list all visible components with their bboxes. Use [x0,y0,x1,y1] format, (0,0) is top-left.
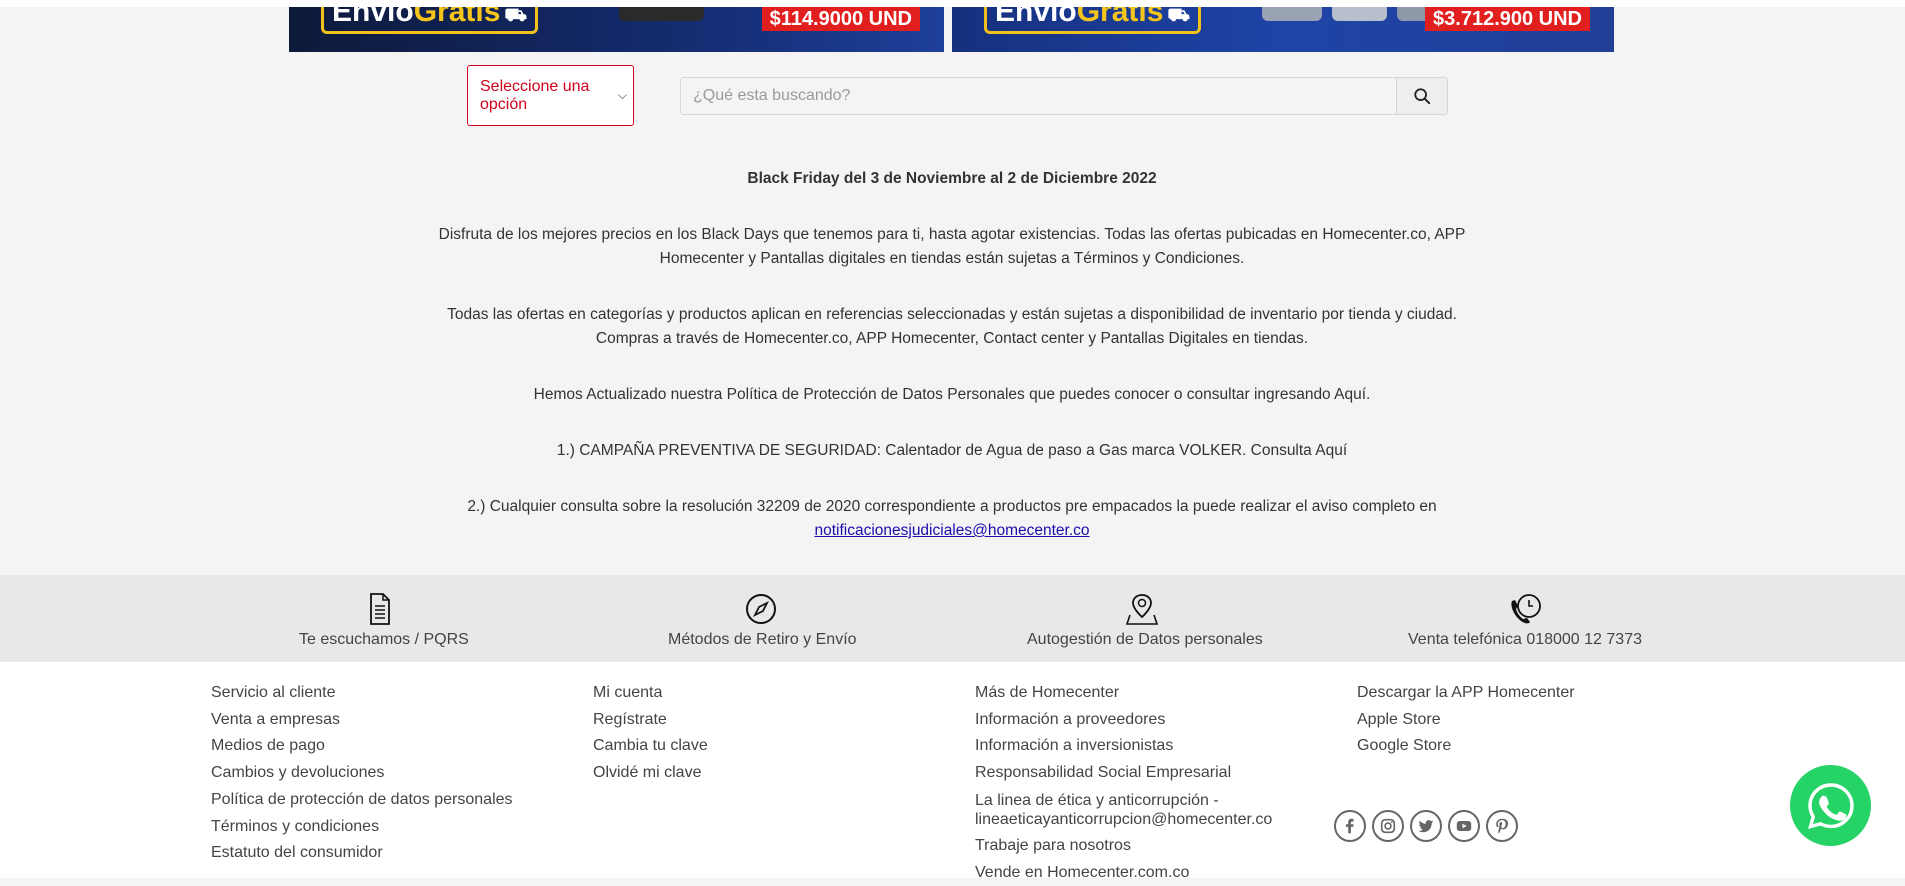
category-select-value: Seleccione una opción [480,77,590,113]
truck-icon: ⛟ [1167,7,1191,25]
apple-store-link[interactable]: Apple Store [1357,707,1575,734]
twitter-icon[interactable] [1410,810,1442,842]
footer-link[interactable]: Servicio al cliente [211,680,513,707]
footer-link[interactable]: Cambios y devoluciones [211,760,513,787]
top-strip [0,0,1905,7]
service-label: Venta telefónica 018000 12 7373 [1408,631,1642,648]
footer-link[interactable]: Mi cuenta [593,680,708,707]
services-bar: Te escuchamos / PQRS Métodos de Retiro y… [0,575,1905,662]
footer: Servicio al cliente Venta a empresas Med… [0,662,1905,881]
promo-banner-2[interactable]: EnvíoGratis ⛟ $3.712.900 UND [952,7,1614,52]
info-line: Disfruta de los mejores precios en los B… [438,226,1466,243]
envio-gratis-badge: EnvíoGratis ⛟ [321,7,539,34]
info-line: 2.) Cualquier consulta sobre la resoluci… [467,498,1437,515]
service-personal-data[interactable]: Autogestión de Datos personales [1027,591,1263,649]
search-icon [1414,88,1431,105]
resolution-notice: 2.) Cualquier consulta sobre la resoluci… [430,495,1474,543]
search-button[interactable] [1397,78,1447,114]
footer-link[interactable]: Responsabilidad Social Empresarial [975,760,1272,787]
service-phone-sales[interactable]: Venta telefónica 018000 12 7373 [1407,591,1643,649]
whatsapp-icon [1807,782,1854,829]
privacy-policy-notice[interactable]: Hemos Actualizado nuestra Política de Pr… [430,383,1474,407]
facebook-icon[interactable] [1334,810,1366,842]
footer-link[interactable]: Estatuto del consumidor [211,840,513,867]
service-shipping-methods[interactable]: Métodos de Retiro y Envío [668,591,857,649]
pinterest-icon[interactable] [1486,810,1518,842]
service-pqrs[interactable]: Te escuchamos / PQRS [299,591,469,649]
info-paragraph-1: Disfruta de los mejores precios en los B… [430,223,1474,271]
phone-clock-icon [1511,594,1541,624]
document-icon [370,593,390,625]
category-select[interactable]: Seleccione una opción ⌵ [467,65,634,126]
footer-link[interactable]: Trabaje para nosotros [975,833,1272,860]
price-tag: $3.712.900 UND [1425,7,1590,31]
product-image [619,7,704,21]
footer-link[interactable]: Información a proveedores [975,707,1272,734]
footer-link[interactable]: Vende en Homecenter.com.co [975,860,1272,886]
product-image [1332,7,1387,21]
truck-icon: ⛟ [504,7,528,25]
youtube-icon[interactable] [1448,810,1480,842]
footer-col-app: Descargar la APP Homecenter Apple Store … [1357,680,1575,760]
footer-link[interactable]: Venta a empresas [211,707,513,734]
judicial-notifications-email-link[interactable]: notificacionesjudiciales@homecenter.co [814,522,1089,539]
google-store-link[interactable]: Google Store [1357,733,1575,760]
footer-link[interactable]: Regístrate [593,707,708,734]
compass-icon [746,594,776,624]
service-label: Métodos de Retiro y Envío [668,631,857,648]
footer-link[interactable]: Más de Homecenter [975,680,1272,707]
search-bar [680,77,1448,115]
ethics-line-email: lineaeticayanticorrupcion@homecenter.co [975,810,1273,828]
map-pin-icon [1125,594,1159,625]
black-friday-heading: Black Friday del 3 de Noviembre al 2 de … [747,170,1157,187]
footer-link[interactable]: Política de protección de datos personal… [211,787,513,814]
product-image [1262,7,1322,21]
whatsapp-chat-button[interactable] [1790,765,1871,846]
service-label: Autogestión de Datos personales [1027,631,1263,648]
info-line: Todas las ofertas en categorías y produc… [447,306,1457,323]
safety-campaign-notice[interactable]: 1.) CAMPAÑA PREVENTIVA DE SEGURIDAD: Cal… [430,439,1474,463]
social-links [1334,810,1518,842]
footer-link[interactable]: Términos y condiciones [211,814,513,841]
footer-link[interactable]: Medios de pago [211,733,513,760]
info-paragraph-2: Todas las ofertas en categorías y produc… [430,303,1474,351]
envio-gratis-badge: EnvíoGratis ⛟ [984,7,1202,34]
footer-col-account: Mi cuenta Regístrate Cambia tu clave Olv… [593,680,708,787]
promo-banner-1[interactable]: EnvíoGratis ⛟ $114.9000 UND [289,7,944,52]
footer-link[interactable]: Descargar la APP Homecenter [1357,680,1575,707]
ethics-line-label: La linea de ética y anticorrupción - [975,791,1219,809]
chevron-down-icon: ⌵ [617,88,627,102]
info-line: Homecenter y Pantallas digitales en tien… [659,250,1245,267]
ethics-line-link[interactable]: La linea de ética y anticorrupción - lin… [975,791,1272,829]
footer-link[interactable]: Olvidé mi clave [593,760,708,787]
footer-link[interactable]: Información a inversionistas [975,733,1272,760]
footer-link[interactable]: Cambia tu clave [593,733,708,760]
search-input[interactable] [681,78,1397,114]
price-tag: $114.9000 UND [761,7,920,31]
info-line: Compras a través de Homecenter.co, APP H… [595,330,1309,347]
service-label: Te escuchamos / PQRS [299,631,469,648]
instagram-icon[interactable] [1372,810,1404,842]
footer-col-customer-service: Servicio al cliente Venta a empresas Med… [211,680,513,867]
footer-col-more: Más de Homecenter Información a proveedo… [975,680,1272,886]
